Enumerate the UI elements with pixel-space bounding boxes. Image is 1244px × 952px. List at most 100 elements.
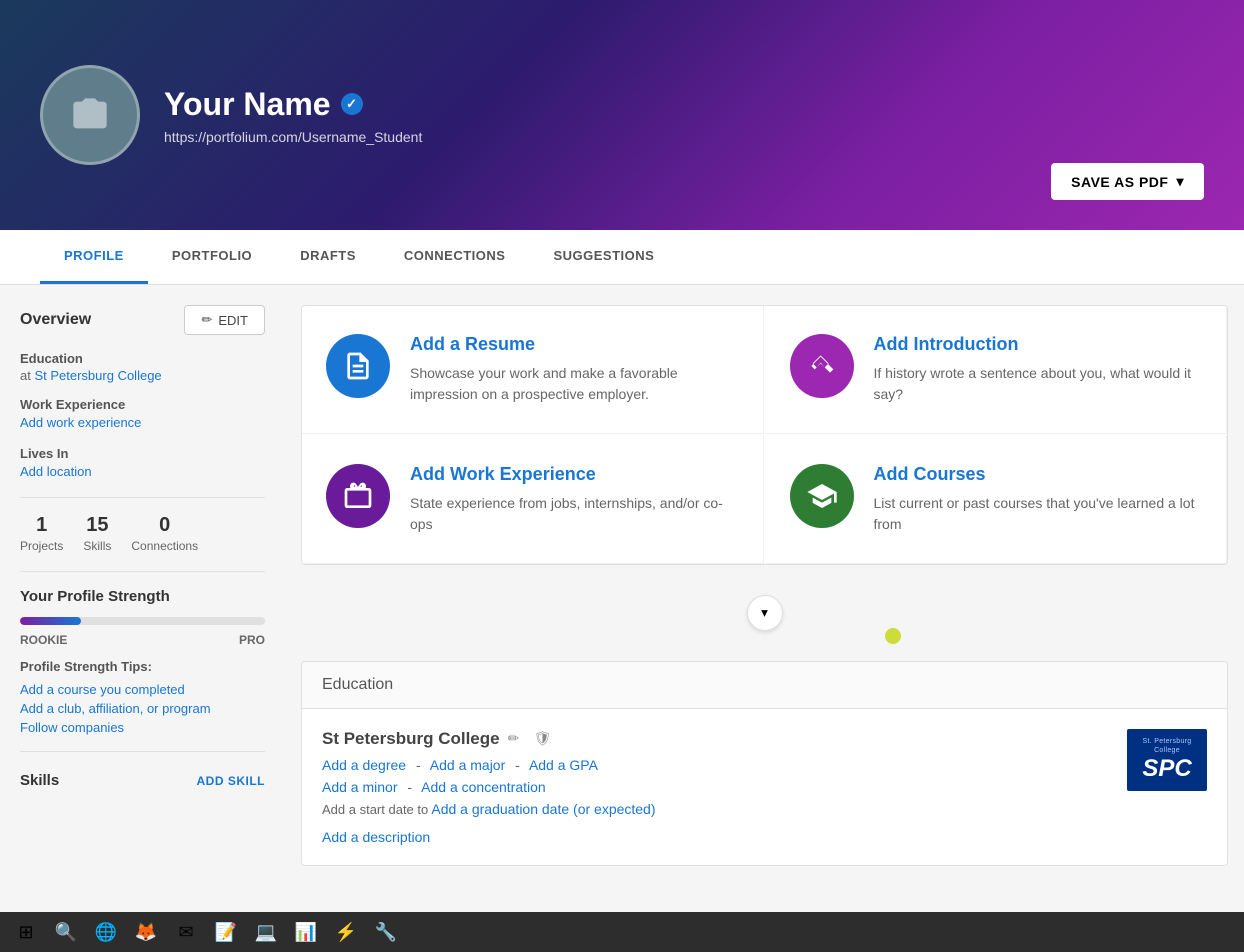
stat-connections: 0 Connections — [131, 514, 198, 555]
add-location-link[interactable]: Add location — [20, 464, 92, 479]
pro-label: PRO — [239, 633, 265, 647]
main-content: Overview ✏ EDIT Education at St Petersbu… — [0, 285, 1244, 886]
avatar[interactable] — [40, 65, 140, 165]
resume-card-title: Add a Resume — [410, 334, 739, 355]
school-name: St Petersburg College — [322, 729, 500, 749]
edu-content: St Petersburg College ✏ 🛡 Add a degree -… — [322, 729, 1107, 845]
document-icon — [342, 350, 374, 382]
add-major-link[interactable]: Add a major — [430, 757, 505, 773]
edu-links-row-1: Add a degree - Add a major - Add a GPA — [322, 757, 1107, 773]
user-name: Your Name — [164, 86, 331, 123]
introduction-card-title: Add Introduction — [874, 334, 1203, 355]
tab-profile[interactable]: PROFILE — [40, 230, 148, 284]
sidebar: Overview ✏ EDIT Education at St Petersbu… — [0, 305, 285, 866]
save-pdf-label: SAVE AS PDF — [1071, 174, 1168, 190]
taskbar-search[interactable]: 🔍 — [48, 916, 84, 948]
add-description-link[interactable]: Add a description — [322, 829, 1107, 845]
profile-url[interactable]: https://portfolium.com/Username_Student — [164, 129, 422, 145]
education-section: Education at St Petersburg College — [20, 351, 265, 383]
taskbar-charts[interactable]: 📊 — [288, 916, 324, 948]
work-card-desc: State experience from jobs, internships,… — [410, 493, 739, 535]
lives-section: Lives In Add location — [20, 446, 265, 481]
tip-1[interactable]: Add a course you completed — [20, 682, 265, 697]
add-skill-button[interactable]: ADD SKILL — [197, 774, 266, 788]
shield-icon[interactable]: 🛡 — [534, 730, 552, 748]
chevron-down-icon: ▾ — [761, 605, 768, 621]
camera-icon — [70, 95, 110, 135]
add-courses-card[interactable]: Add Courses List current or past courses… — [766, 436, 1228, 564]
verified-icon: ✓ — [341, 93, 363, 115]
school-icon — [806, 480, 838, 512]
projects-count: 1 — [20, 514, 63, 537]
add-concentration-link[interactable]: Add a concentration — [421, 779, 546, 795]
taskbar-browser-1[interactable]: 🌐 — [88, 916, 124, 948]
nav-tabs: PROFILE PORTFOLIO DRAFTS CONNECTIONS SUG… — [0, 230, 1244, 285]
skills-title: Skills — [20, 772, 59, 789]
introduction-card-desc: If history wrote a sentence about you, w… — [874, 363, 1203, 405]
resume-card-desc: Showcase your work and make a favorable … — [410, 363, 739, 405]
stat-skills: 15 Skills — [83, 514, 111, 555]
lives-label: Lives In — [20, 446, 265, 461]
add-introduction-card[interactable]: Add Introduction If history wrote a sent… — [766, 306, 1228, 434]
handshake-icon — [806, 350, 838, 382]
add-resume-card[interactable]: Add a Resume Showcase your work and make… — [302, 306, 764, 434]
spc-logo-text: SPC — [1139, 755, 1195, 783]
tab-connections[interactable]: CONNECTIONS — [380, 230, 530, 284]
edit-button[interactable]: ✏ EDIT — [184, 305, 265, 335]
edit-label: EDIT — [218, 313, 248, 328]
work-card-content: Add Work Experience State experience fro… — [410, 464, 739, 535]
stat-projects: 1 Projects — [20, 514, 63, 555]
edit-school-icon[interactable]: ✏ — [508, 730, 526, 748]
education-entry: St Petersburg College ✏ 🛡 Add a degree -… — [302, 709, 1227, 865]
courses-card-content: Add Courses List current or past courses… — [874, 464, 1203, 535]
taskbar-settings[interactable]: 🔧 — [368, 916, 404, 948]
header-banner: Your Name ✓ https://portfolium.com/Usern… — [0, 0, 1244, 230]
edu-links-row-2: Add a minor - Add a concentration — [322, 779, 1107, 795]
taskbar-code[interactable]: 💻 — [248, 916, 284, 948]
tab-suggestions[interactable]: SUGGESTIONS — [529, 230, 678, 284]
taskbar-browser-2[interactable]: 🦊 — [128, 916, 164, 948]
skills-label: Skills — [83, 539, 111, 553]
tip-3[interactable]: Follow companies — [20, 720, 265, 735]
add-minor-link[interactable]: Add a minor — [322, 779, 397, 795]
add-work-experience-card[interactable]: Add Work Experience State experience fro… — [302, 436, 764, 564]
expand-btn-container: ▾ — [301, 585, 1228, 641]
spc-logo-subtext: St. Petersburg College — [1139, 737, 1195, 755]
education-section-header: Education — [302, 662, 1227, 709]
taskbar-lightning[interactable]: ⚡ — [328, 916, 364, 948]
connections-label: Connections — [131, 539, 198, 553]
user-name-row: Your Name ✓ — [164, 86, 422, 123]
education-section-title: Education — [322, 676, 393, 693]
spc-logo: St. Petersburg College SPC — [1127, 729, 1207, 791]
add-degree-link[interactable]: Add a degree — [322, 757, 406, 773]
save-pdf-button[interactable]: SAVE AS PDF ▾ — [1051, 163, 1204, 200]
tab-drafts[interactable]: DRAFTS — [276, 230, 380, 284]
divider-2 — [20, 571, 265, 572]
taskbar-start[interactable]: ⊞ — [8, 916, 44, 948]
courses-card-desc: List current or past courses that you've… — [874, 493, 1203, 535]
add-graduation-date-link[interactable]: Add a graduation date (or expected) — [431, 801, 655, 817]
add-gpa-link[interactable]: Add a GPA — [529, 757, 598, 773]
sep-3: - — [407, 779, 412, 795]
chevron-down-icon: ▾ — [1176, 173, 1184, 190]
profile-strength-section: Your Profile Strength ROOKIE PRO Profile… — [20, 588, 265, 735]
education-section-main: Education St Petersburg College ✏ 🛡 Add … — [301, 661, 1228, 866]
add-work-link[interactable]: Add work experience — [20, 415, 141, 430]
divider — [20, 497, 265, 498]
taskbar-notes[interactable]: 📝 — [208, 916, 244, 948]
tip-2[interactable]: Add a club, affiliation, or program — [20, 701, 265, 716]
overview-header: Overview ✏ EDIT — [20, 305, 265, 335]
work-card-title: Add Work Experience — [410, 464, 739, 485]
overview-title: Overview — [20, 311, 91, 329]
education-institution-link[interactable]: St Petersburg College — [34, 368, 161, 383]
work-label: Work Experience — [20, 397, 265, 412]
education-label: Education — [20, 351, 265, 366]
sep-2: - — [515, 757, 520, 773]
profile-strength-title: Your Profile Strength — [20, 588, 265, 605]
taskbar-mail[interactable]: ✉ — [168, 916, 204, 948]
expand-button[interactable]: ▾ — [747, 595, 783, 631]
tab-portfolio[interactable]: PORTFOLIO — [148, 230, 276, 284]
divider-3 — [20, 751, 265, 752]
rookie-label: ROOKIE — [20, 633, 67, 647]
user-info: Your Name ✓ https://portfolium.com/Usern… — [164, 86, 422, 145]
